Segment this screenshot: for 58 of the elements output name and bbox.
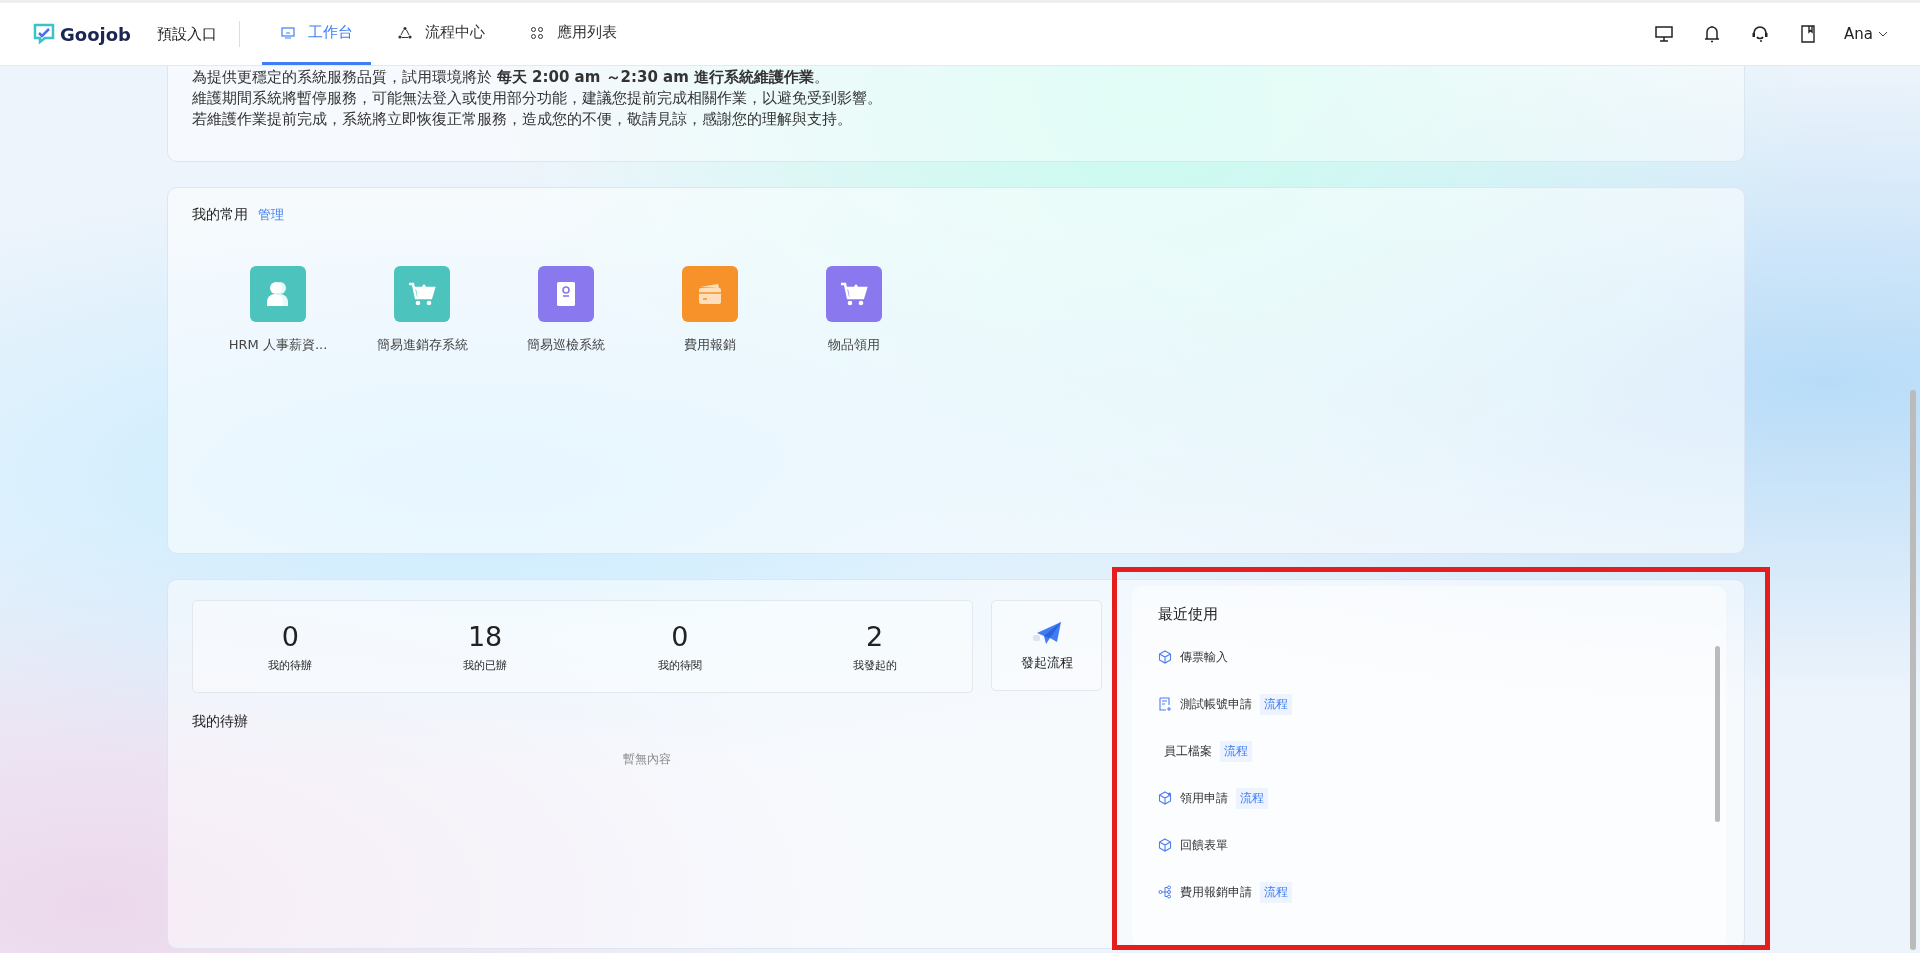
paper-plane-icon — [1030, 619, 1063, 646]
app-icon[interactable] — [682, 266, 738, 322]
logo-text[interactable]: Goojob — [60, 23, 131, 45]
process-tag: 流程 — [1260, 881, 1292, 903]
nodes-icon — [396, 24, 413, 41]
process-tag: 流程 — [1236, 787, 1268, 809]
recent-item[interactable]: 傳票輸入 — [1180, 648, 1228, 666]
stat-value[interactable]: 0 — [281, 620, 299, 652]
section-title: 最近使用 — [1158, 605, 1218, 623]
stat-value[interactable]: 18 — [467, 620, 503, 652]
notice-text: 為提供更穩定的系統服務品質，試用環境將於 每天 2:00 am ～2:30 am 進行系統維護作業。 — [192, 67, 830, 88]
headset-icon[interactable] — [1750, 24, 1771, 44]
stat-label[interactable]: 我的待閱 — [657, 657, 702, 673]
process-tag: 流程 — [1220, 740, 1252, 762]
logo-icon — [32, 22, 56, 46]
app-label[interactable]: 簡易進銷存系統 — [376, 336, 468, 354]
recent-item[interactable]: 員工檔案 — [1164, 742, 1212, 760]
scrollbar-thumb[interactable] — [1715, 646, 1720, 822]
app-icon[interactable] — [826, 266, 882, 322]
cube-icon — [1158, 791, 1172, 805]
cube-icon — [1158, 650, 1172, 664]
stat-label[interactable]: 我發起的 — [852, 657, 897, 673]
app-label[interactable]: HRM 人事薪資... — [228, 336, 328, 354]
caret-icon — [1878, 31, 1888, 37]
empty-message: 暫無內容 — [623, 751, 671, 768]
recent-item[interactable]: 測試帳號申請 — [1180, 695, 1252, 713]
nav-tab[interactable]: 工作台 — [261, 3, 371, 65]
stat-value[interactable]: 2 — [866, 620, 884, 652]
grid-icon — [528, 24, 545, 41]
document-icon — [1158, 697, 1172, 711]
app-label[interactable]: 費用報銷 — [684, 336, 736, 354]
notice-text: 若維護作業提前完成，系統將立即恢復正常服務，造成您的不便，敬請見諒，感謝您的理解與支持。 — [192, 109, 853, 130]
stat-label[interactable]: 我的待辦 — [268, 657, 313, 673]
notice-text: 維護期間系統將暫停服務，可能無法登入或使用部分功能，建議您提前完成相關作業，以避免受到影響。 — [192, 88, 883, 109]
flow-icon — [1158, 885, 1172, 899]
app-icon[interactable] — [538, 266, 594, 322]
portal-label[interactable]: 預設入口 — [156, 24, 217, 44]
app-icon[interactable] — [250, 266, 306, 322]
user-menu[interactable]: Ana — [1844, 25, 1888, 43]
recent-item[interactable]: 回饋表單 — [1180, 836, 1228, 854]
monitor-icon — [279, 24, 296, 41]
app-label[interactable]: 簡易巡檢系統 — [527, 336, 605, 354]
nav-tab[interactable]: 應用列表 — [510, 3, 635, 65]
section-title: 我的待辦 — [192, 713, 249, 731]
stat-label[interactable]: 我的已辦 — [463, 657, 508, 673]
manage-link[interactable]: 管理 — [258, 206, 284, 224]
recent-item[interactable]: 領用申請 — [1180, 789, 1228, 807]
app-label[interactable]: 物品領用 — [828, 336, 880, 354]
stat-value[interactable]: 0 — [671, 620, 689, 652]
section-title: 我的常用 — [192, 206, 248, 224]
cube-icon — [1158, 838, 1172, 852]
monitor-icon[interactable] — [1654, 24, 1675, 44]
app-icon[interactable] — [394, 266, 450, 322]
scrollbar-thumb[interactable] — [1910, 390, 1916, 950]
nav-tab[interactable]: 流程中心 — [378, 3, 503, 65]
launch-process-button[interactable]: 發起流程 — [991, 600, 1102, 691]
recent-item[interactable]: 費用報銷申請 — [1180, 883, 1252, 901]
process-tag: 流程 — [1260, 693, 1292, 715]
